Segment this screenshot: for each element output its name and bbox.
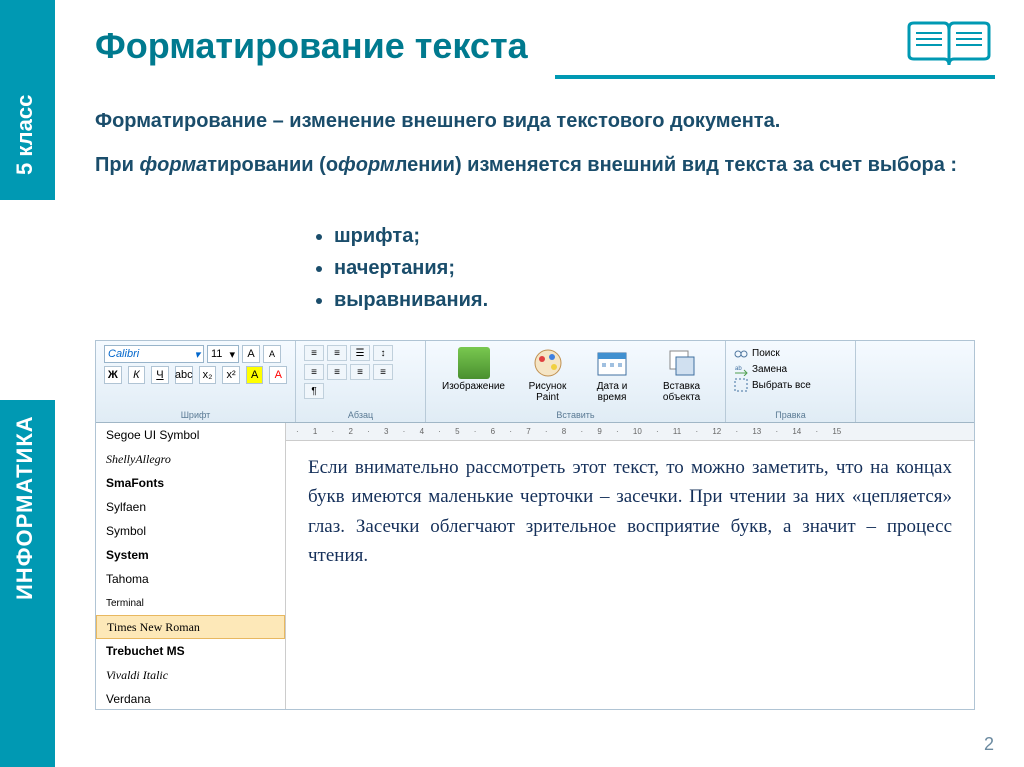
font-option-selected[interactable]: Times New Roman	[96, 615, 285, 639]
paragraph-group-label: Абзац	[304, 408, 417, 420]
document-page: · 1 · 2 · 3 · 4 · 5 · 6 · 7 · 8 · 9 · 10…	[286, 423, 974, 709]
align-right-button[interactable]: ≡	[350, 364, 370, 380]
edit-group-label: Правка	[734, 408, 847, 420]
font-option[interactable]: Sylfaen	[96, 495, 285, 519]
page-title: Форматирование текста	[95, 25, 528, 67]
insert-image-label: Изображение	[442, 381, 505, 392]
subject-label: ИНФОРМАТИКА	[12, 415, 38, 600]
paint-label: Рисунок Paint	[525, 381, 570, 403]
italic-button[interactable]: К	[128, 366, 146, 384]
insert-object-button[interactable]: Вставка объекта	[646, 345, 717, 405]
font-dropdown[interactable]: Calibri▾	[104, 345, 204, 363]
font-group: Calibri▾ 11▾ A A Ж К Ч abc x₂ x² A A Шри…	[96, 341, 296, 422]
indent-left-button[interactable]: ≡	[304, 345, 324, 361]
line-spacing-button[interactable]: ↕	[373, 345, 393, 361]
align-justify-button[interactable]: ≡	[373, 364, 393, 380]
font-option[interactable]: Trebuchet MS	[96, 639, 285, 663]
svg-text:ab: ab	[735, 366, 742, 372]
insert-image-button[interactable]: Изображение	[434, 345, 513, 405]
binoculars-icon	[734, 346, 748, 360]
insert-group-label: Вставить	[434, 408, 717, 420]
font-option[interactable]: System	[96, 543, 285, 567]
word-screenshot: Calibri▾ 11▾ A A Ж К Ч abc x₂ x² A A Шри…	[95, 340, 975, 710]
superscript-button[interactable]: x²	[222, 366, 240, 384]
calendar-icon	[596, 347, 628, 379]
list-item: начертания;	[334, 252, 488, 284]
replace-icon: ab	[734, 362, 748, 376]
font-option[interactable]: Terminal	[96, 591, 285, 615]
strike-button[interactable]: abc	[175, 366, 193, 384]
bullets-button[interactable]: ☰	[350, 345, 370, 361]
size-dropdown[interactable]: 11▾	[207, 345, 239, 363]
title-underline	[555, 75, 995, 79]
subscript-button[interactable]: x₂	[199, 366, 217, 384]
list-item: выравнивания.	[334, 284, 488, 316]
replace-button[interactable]: ab Замена	[734, 361, 847, 377]
sidebar: 5 класс ИНФОРМАТИКА	[0, 0, 55, 767]
font-color-button[interactable]: A	[269, 366, 287, 384]
highlight-button[interactable]: A	[246, 366, 264, 384]
document-text[interactable]: Если внимательно рассмотреть этот текст,…	[286, 441, 974, 583]
sidebar-gap	[0, 200, 55, 400]
date-time-button[interactable]: Дата и время	[582, 345, 642, 405]
font-option[interactable]: Verdana	[96, 687, 285, 709]
font-option[interactable]: ShellyAllegro	[96, 447, 285, 471]
font-option[interactable]: Symbol	[96, 519, 285, 543]
indent-right-button[interactable]: ≡	[327, 345, 347, 361]
find-button[interactable]: Поиск	[734, 345, 847, 361]
align-left-button[interactable]: ≡	[304, 364, 324, 380]
paragraph-group: ≡ ≡ ☰ ↕ ≡ ≡ ≡ ≡ ¶ Абзац	[296, 341, 426, 422]
document-area: Segoe UI Symbol ShellyAllegro SmaFonts S…	[96, 423, 974, 709]
insert-group: Изображение Рисунок Paint Дата и время	[426, 341, 726, 422]
object-icon	[666, 347, 698, 379]
horizontal-ruler[interactable]: · 1 · 2 · 3 · 4 · 5 · 6 · 7 · 8 · 9 · 10…	[286, 423, 974, 441]
font-group-label: Шрифт	[104, 408, 287, 420]
edit-group: Поиск ab Замена Выбрать все Правка	[726, 341, 856, 422]
font-list-dropdown[interactable]: Segoe UI Symbol ShellyAllegro SmaFonts S…	[96, 423, 286, 709]
font-option[interactable]: SmaFonts	[96, 471, 285, 495]
list-item: шрифта;	[334, 220, 488, 252]
paragraph-button[interactable]: ¶	[304, 383, 324, 399]
palette-icon	[532, 347, 564, 379]
slide-number: 2	[984, 734, 994, 755]
font-option[interactable]: Segoe UI Symbol	[96, 423, 285, 447]
image-icon	[458, 347, 490, 379]
ribbon: Calibri▾ 11▾ A A Ж К Ч abc x₂ x² A A Шри…	[96, 341, 974, 423]
select-all-icon	[734, 378, 748, 392]
bullet-list: шрифта; начертания; выравнивания.	[310, 220, 488, 316]
underline-button[interactable]: Ч	[151, 366, 169, 384]
body-text: При форматировании (оформлении) изменяет…	[95, 150, 990, 180]
paint-button[interactable]: Рисунок Paint	[517, 345, 578, 405]
object-label: Вставка объекта	[654, 381, 709, 403]
bold-button[interactable]: Ж	[104, 366, 122, 384]
align-center-button[interactable]: ≡	[327, 364, 347, 380]
date-label: Дата и время	[590, 381, 634, 403]
select-all-button[interactable]: Выбрать все	[734, 377, 847, 393]
shrink-font-button[interactable]: A	[263, 345, 281, 363]
definition-text: Форматирование – изменение внешнего вида…	[95, 110, 985, 133]
grade-label: 5 класс	[12, 95, 38, 175]
book-icon	[904, 15, 994, 75]
font-option[interactable]: Tahoma	[96, 567, 285, 591]
font-option[interactable]: Vivaldi Italic	[96, 663, 285, 687]
grow-font-button[interactable]: A	[242, 345, 260, 363]
